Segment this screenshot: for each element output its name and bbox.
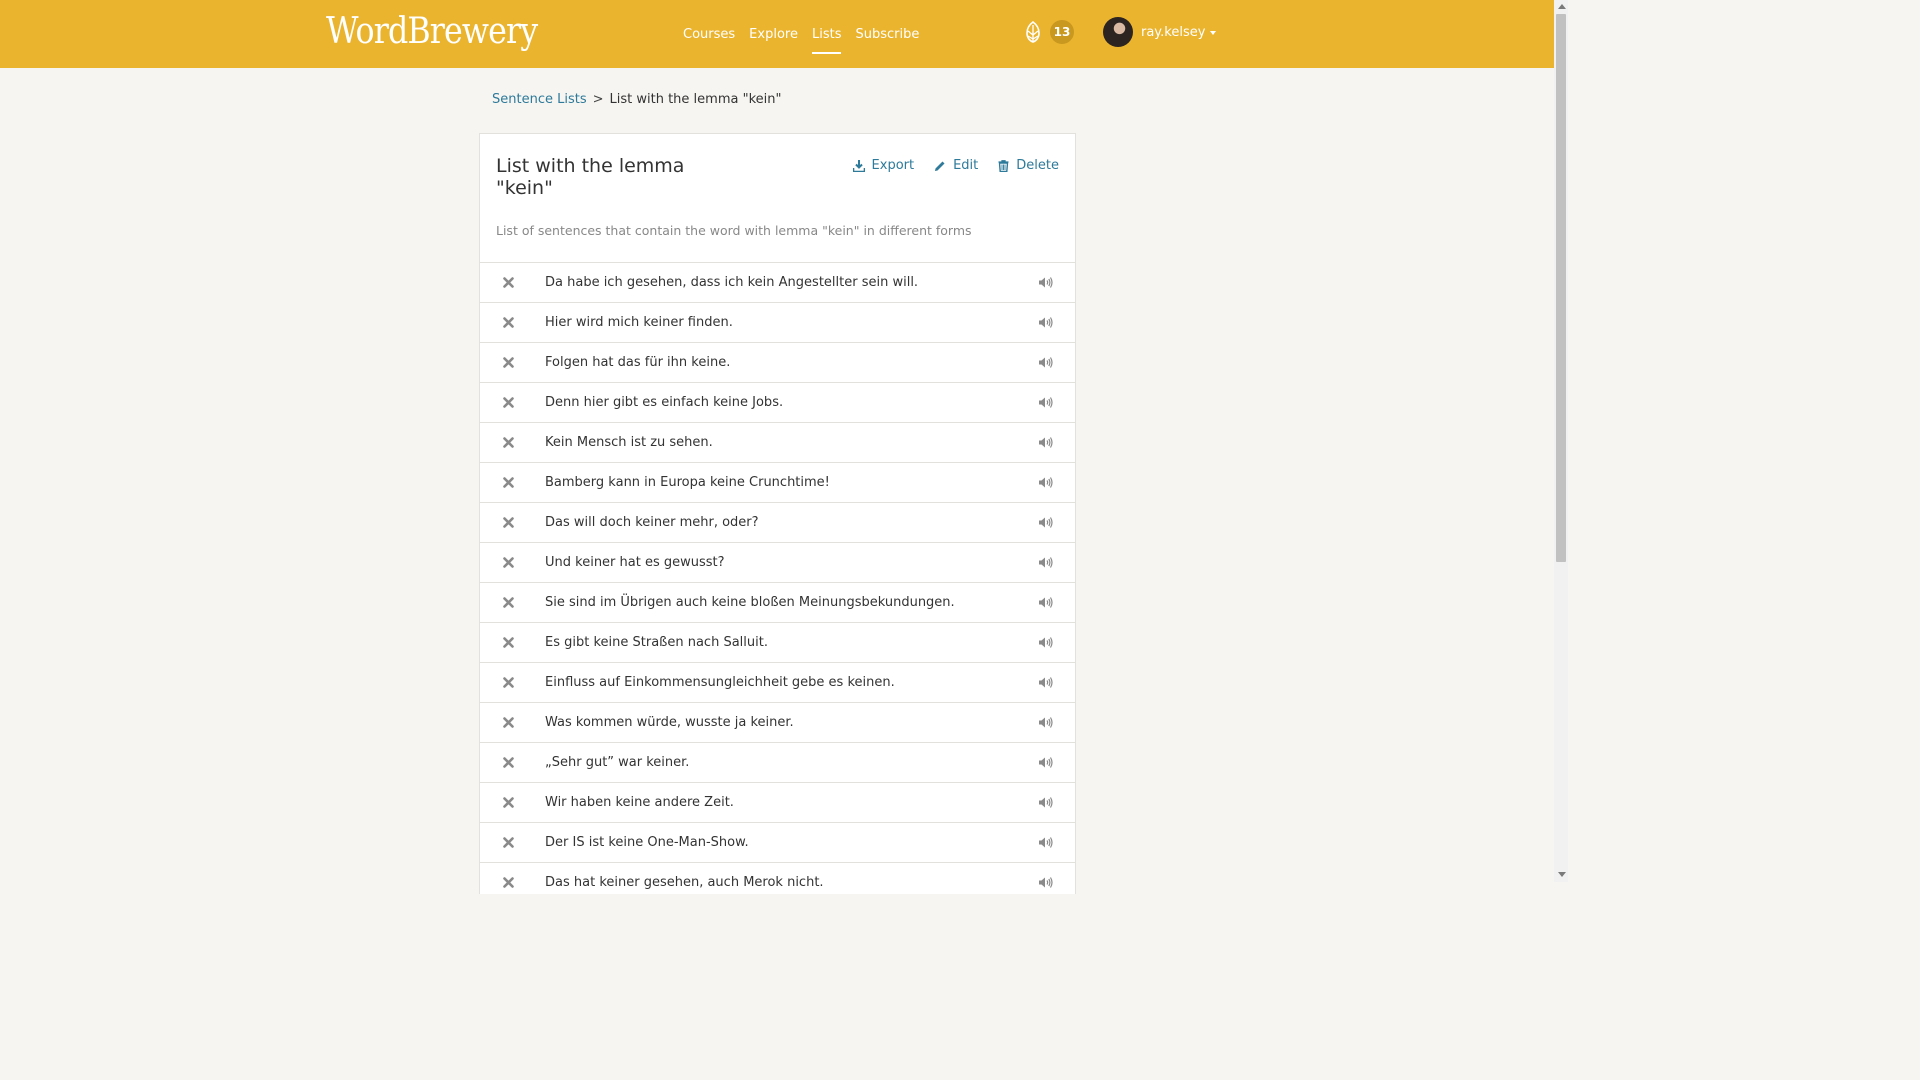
remove-sentence-icon[interactable] bbox=[502, 516, 515, 529]
speaker-icon[interactable] bbox=[1038, 276, 1053, 289]
breadcrumb: Sentence Lists > List with the lemma "kein… bbox=[492, 91, 781, 109]
remove-sentence-icon[interactable] bbox=[502, 556, 515, 569]
list-description: List of sentences that contain the word … bbox=[496, 223, 972, 238]
speaker-icon[interactable] bbox=[1038, 636, 1053, 649]
nav-courses[interactable]: Courses bbox=[683, 0, 735, 68]
top-navbar: WordBrewery Courses Explore Lists Subscr… bbox=[0, 0, 1554, 68]
list-actions: Export Edit Delete bbox=[833, 158, 1059, 174]
nav-subscribe[interactable]: Subscribe bbox=[855, 0, 919, 68]
list-title: List with the lemma "kein" bbox=[496, 155, 685, 199]
sentence-list-card: List with the lemma "kein" Export Edit D… bbox=[479, 133, 1076, 894]
sentence-text: Das hat keiner gesehen, auch Merok nicht… bbox=[545, 875, 824, 890]
sentence-row: Was kommen würde, wusste ja keiner. bbox=[480, 702, 1075, 742]
username-menu[interactable]: ray.kelsey bbox=[1141, 24, 1205, 42]
speaker-icon[interactable] bbox=[1038, 596, 1053, 609]
remove-sentence-icon[interactable] bbox=[502, 396, 515, 409]
remove-sentence-icon[interactable] bbox=[502, 356, 515, 369]
nav-explore[interactable]: Explore bbox=[749, 0, 798, 68]
speaker-icon[interactable] bbox=[1038, 556, 1053, 569]
edit-label: Edit bbox=[953, 158, 979, 173]
hops-icon[interactable] bbox=[1023, 21, 1043, 43]
download-icon bbox=[852, 160, 865, 172]
speaker-icon[interactable] bbox=[1038, 836, 1053, 849]
delete-label: Delete bbox=[1016, 158, 1059, 173]
trash-icon bbox=[998, 160, 1009, 172]
sentence-row: Das hat keiner gesehen, auch Merok nicht… bbox=[480, 862, 1075, 902]
remove-sentence-icon[interactable] bbox=[502, 476, 515, 489]
user-avatar[interactable] bbox=[1103, 17, 1133, 47]
speaker-icon[interactable] bbox=[1038, 676, 1053, 689]
remove-sentence-icon[interactable] bbox=[502, 596, 515, 609]
sentence-text: Es gibt keine Straßen nach Salluit. bbox=[545, 635, 768, 650]
remove-sentence-icon[interactable] bbox=[502, 276, 515, 289]
sentence-text: Und keiner hat es gewusst? bbox=[545, 555, 725, 570]
sentence-text: Folgen hat das für ihn keine. bbox=[545, 355, 731, 370]
remove-sentence-icon[interactable] bbox=[502, 436, 515, 449]
sentence-text: Bamberg kann in Europa keine Crunchtime! bbox=[545, 475, 830, 490]
sentence-row: Hier wird mich keiner finden. bbox=[480, 302, 1075, 342]
sentence-row: Wir haben keine andere Zeit. bbox=[480, 782, 1075, 822]
breadcrumb-current: List with the lemma "kein" bbox=[609, 92, 782, 107]
sentence-row: Da habe ich gesehen, dass ich kein Anges… bbox=[480, 262, 1075, 302]
remove-sentence-icon[interactable] bbox=[502, 716, 515, 729]
sentence-text: Einfluss auf Einkommensungleichheit gebe… bbox=[545, 675, 895, 690]
sentence-row: Sie sind im Übrigen auch keine bloßen Me… bbox=[480, 582, 1075, 622]
delete-button[interactable]: Delete bbox=[998, 158, 1059, 174]
speaker-icon[interactable] bbox=[1038, 516, 1053, 529]
scrollbar-thumb[interactable] bbox=[1556, 14, 1566, 562]
scroll-up-arrow-icon[interactable] bbox=[1558, 4, 1566, 9]
hops-count-badge[interactable]: 13 bbox=[1050, 20, 1074, 44]
sentence-row: Denn hier gibt es einfach keine Jobs. bbox=[480, 382, 1075, 422]
remove-sentence-icon[interactable] bbox=[502, 796, 515, 809]
export-button[interactable]: Export bbox=[852, 158, 915, 174]
speaker-icon[interactable] bbox=[1038, 796, 1053, 809]
sentence-text: Das will doch keiner mehr, oder? bbox=[545, 515, 759, 530]
sentence-row: „Sehr gut” war keiner. bbox=[480, 742, 1075, 782]
speaker-icon[interactable] bbox=[1038, 476, 1053, 489]
sentence-text: Da habe ich gesehen, dass ich kein Anges… bbox=[545, 275, 919, 290]
breadcrumb-sentence-lists[interactable]: Sentence Lists bbox=[492, 92, 587, 107]
sentence-text: Denn hier gibt es einfach keine Jobs. bbox=[545, 395, 784, 410]
speaker-icon[interactable] bbox=[1038, 436, 1053, 449]
nav-lists[interactable]: Lists bbox=[811, 0, 841, 68]
speaker-icon[interactable] bbox=[1038, 716, 1053, 729]
speaker-icon[interactable] bbox=[1038, 316, 1053, 329]
sentence-row: Bamberg kann in Europa keine Crunchtime! bbox=[480, 462, 1075, 502]
sentence-text: Was kommen würde, wusste ja keiner. bbox=[545, 715, 794, 730]
sentence-row: Der IS ist keine One-Man-Show. bbox=[480, 822, 1075, 862]
sentence-text: Wir haben keine andere Zeit. bbox=[545, 795, 734, 810]
main-nav: Courses Explore Lists Subscribe bbox=[683, 0, 933, 68]
edit-button[interactable]: Edit bbox=[934, 158, 978, 174]
remove-sentence-icon[interactable] bbox=[502, 636, 515, 649]
chevron-down-icon[interactable] bbox=[1210, 31, 1216, 35]
export-label: Export bbox=[871, 158, 915, 173]
sentence-row: Einfluss auf Einkommensungleichheit gebe… bbox=[480, 662, 1075, 702]
speaker-icon[interactable] bbox=[1038, 756, 1053, 769]
sentence-row: Es gibt keine Straßen nach Salluit. bbox=[480, 622, 1075, 662]
sentence-text: Sie sind im Übrigen auch keine bloßen Me… bbox=[545, 595, 955, 610]
remove-sentence-icon[interactable] bbox=[502, 876, 515, 889]
pencil-icon bbox=[935, 161, 945, 171]
remove-sentence-icon[interactable] bbox=[502, 676, 515, 689]
breadcrumb-separator: > bbox=[592, 92, 604, 107]
sentence-row: Und keiner hat es gewusst? bbox=[480, 542, 1075, 582]
sentence-text: Der IS ist keine One-Man-Show. bbox=[545, 835, 749, 850]
remove-sentence-icon[interactable] bbox=[502, 756, 515, 769]
sentence-text: „Sehr gut” war keiner. bbox=[545, 755, 690, 770]
remove-sentence-icon[interactable] bbox=[502, 836, 515, 849]
remove-sentence-icon[interactable] bbox=[502, 316, 515, 329]
sentence-row: Kein Mensch ist zu sehen. bbox=[480, 422, 1075, 462]
speaker-icon[interactable] bbox=[1038, 356, 1053, 369]
sentence-rows: Da habe ich gesehen, dass ich kein Anges… bbox=[480, 262, 1075, 902]
speaker-icon[interactable] bbox=[1038, 396, 1053, 409]
wordbrewery-logo[interactable]: WordBrewery bbox=[326, 8, 538, 56]
sentence-text: Kein Mensch ist zu sehen. bbox=[545, 435, 713, 450]
sentence-row: Das will doch keiner mehr, oder? bbox=[480, 502, 1075, 542]
scroll-down-arrow-icon[interactable] bbox=[1558, 872, 1566, 877]
sentence-text: Hier wird mich keiner finden. bbox=[545, 315, 733, 330]
sentence-row: Folgen hat das für ihn keine. bbox=[480, 342, 1075, 382]
speaker-icon[interactable] bbox=[1038, 876, 1053, 889]
